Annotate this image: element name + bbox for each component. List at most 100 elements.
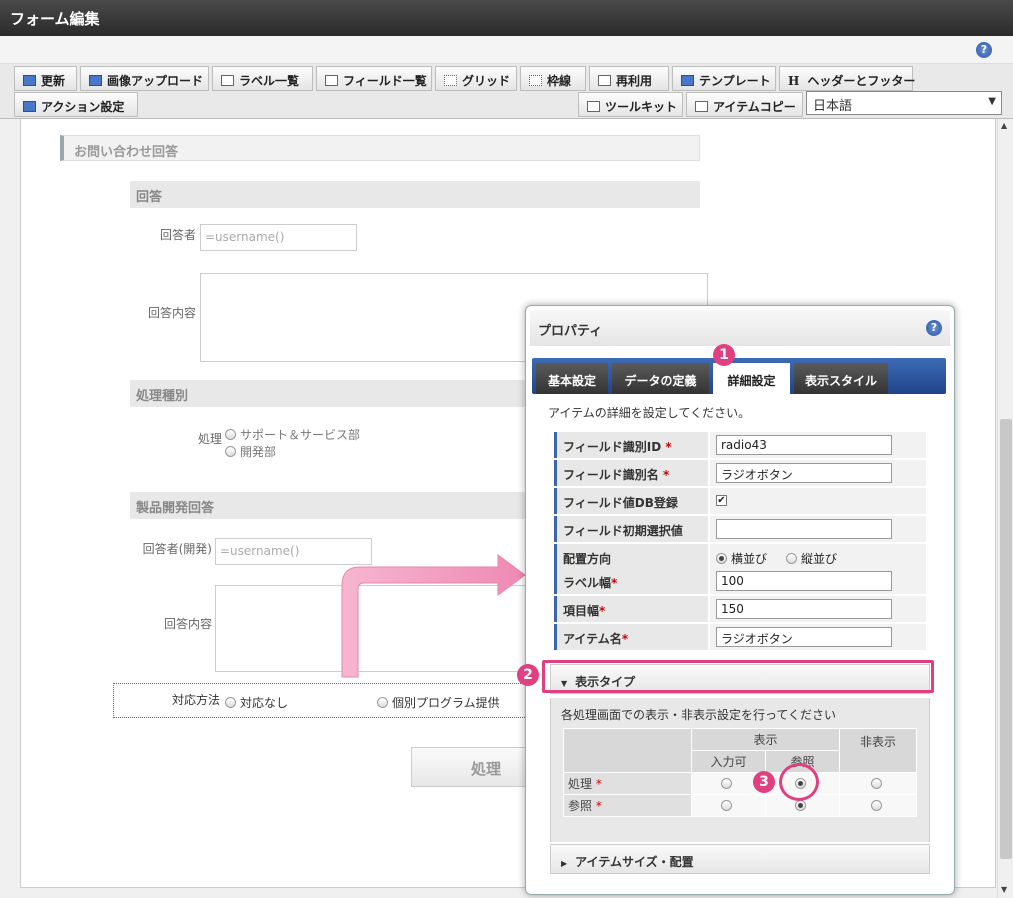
item-copy-button[interactable]: アイテムコピー xyxy=(686,92,803,117)
image-upload-button[interactable]: 画像アップロード xyxy=(80,66,209,91)
col-display: 表示 xyxy=(691,728,840,751)
prop-row-item-width: 項目幅* 150 xyxy=(554,596,926,623)
processing-section-heading: 処理種別 xyxy=(130,380,530,407)
grid-button[interactable]: グリッド xyxy=(435,66,517,91)
prop-row-direction: 配置方向 横並び 縦並び xyxy=(554,544,926,571)
reuse-button[interactable]: 再利用 xyxy=(589,66,669,91)
direction-horizontal[interactable]: 横並び xyxy=(716,550,767,567)
radio-icon xyxy=(377,697,388,708)
property-tabs: 基本設定 データの定義 詳細設定 表示スタイル xyxy=(532,358,946,394)
label-width-input[interactable]: 100 xyxy=(716,571,892,591)
property-panel: プロパティ ? 基本設定 データの定義 詳細設定 表示スタイル アイテムの詳細を… xyxy=(525,305,955,895)
window-title: フォーム編集 xyxy=(0,0,1013,36)
scroll-down-icon[interactable]: ▼ xyxy=(1001,885,1007,894)
method-label: 対応方法 xyxy=(171,693,220,707)
property-panel-header: プロパティ ? xyxy=(530,310,950,346)
radio-icon[interactable] xyxy=(721,799,732,811)
col-hidden: 非表示 xyxy=(839,728,917,773)
action-settings-button[interactable]: アクション設定 xyxy=(14,92,138,117)
help-bar: ? xyxy=(0,36,1013,64)
processing-label: 処理 xyxy=(197,432,222,446)
display-type-body: 各処理画面での表示・非表示設定を行ってください 表示 非表示 入力可 参照 処理… xyxy=(550,698,930,842)
item-width-input[interactable]: 150 xyxy=(716,599,892,619)
radio-icon[interactable] xyxy=(795,799,806,811)
radio-icon[interactable] xyxy=(870,799,882,811)
vertical-scrollbar[interactable]: ▲ ▼ xyxy=(997,119,1013,898)
update-button[interactable]: 更新 xyxy=(14,66,77,91)
initial-value-input[interactable] xyxy=(716,519,892,539)
initial-value-label: フィールド初期選択値 xyxy=(554,516,708,542)
answer-section-heading: 回答 xyxy=(130,181,700,208)
table-row: 処理 * xyxy=(563,772,917,795)
tab-display-style[interactable]: 表示スタイル xyxy=(794,363,888,394)
col-input: 入力可 xyxy=(691,750,766,773)
image-icon xyxy=(89,75,102,86)
field-id-label: フィールド識別ID * xyxy=(554,432,708,458)
field-list-button[interactable]: フィールド一覧 xyxy=(316,66,432,91)
radio-icon xyxy=(716,553,727,564)
toolbox-icon xyxy=(587,101,600,112)
display-matrix: 表示 非表示 入力可 参照 処理 * 参照 * xyxy=(563,728,917,817)
radio-icon xyxy=(786,553,797,564)
prop-row-initial: フィールド初期選択値 xyxy=(554,516,926,543)
label-list-button[interactable]: ラベル一覧 xyxy=(212,66,313,91)
field-id-input[interactable]: radio43 xyxy=(716,435,892,455)
radio-icon xyxy=(225,697,236,708)
display-type-description: 各処理画面での表示・非表示設定を行ってください xyxy=(561,708,837,722)
processing-option-support[interactable]: サポート＆サービス部 xyxy=(225,426,360,443)
tab-data-definition[interactable]: データの定義 xyxy=(612,363,709,394)
border-icon xyxy=(529,75,542,86)
responder-label: 回答者 xyxy=(159,228,196,242)
template-icon xyxy=(681,75,694,86)
db-checkbox[interactable]: ✔ xyxy=(716,495,727,506)
method-option-none[interactable]: 対応なし xyxy=(225,694,288,711)
processing-option-dev[interactable]: 開発部 xyxy=(225,443,276,460)
tab-detail[interactable]: 詳細設定 xyxy=(713,363,790,394)
direction-label: 配置方向 xyxy=(554,544,708,570)
content-label: 回答内容 xyxy=(147,306,196,320)
form-heading: お問い合わせ回答 xyxy=(60,135,700,161)
scroll-up-icon[interactable]: ▲ xyxy=(1001,121,1007,130)
radio-icon[interactable] xyxy=(721,777,732,789)
item-name-input[interactable]: ラジオボタン xyxy=(716,627,892,647)
grid-icon xyxy=(444,75,457,86)
scroll-thumb[interactable] xyxy=(1000,419,1012,859)
annotation-highlight-display-type xyxy=(542,660,934,693)
prop-row-field-id: フィールド識別ID * radio43 xyxy=(554,432,926,459)
radio-icon xyxy=(225,446,236,457)
help-icon[interactable]: ? xyxy=(976,42,992,58)
radio-icon[interactable] xyxy=(870,777,882,789)
prop-row-item-name: アイテム名* ラジオボタン xyxy=(554,624,926,651)
label-width-label: ラベル幅* xyxy=(554,568,708,594)
toolkit-button[interactable]: ツールキット xyxy=(578,92,683,117)
dev-section-heading: 製品開発回答 xyxy=(130,492,530,519)
panel-description: アイテムの詳細を設定してください。 xyxy=(548,406,751,420)
prop-row-label-width: ラベル幅* 100 xyxy=(554,568,926,595)
header-icon: H xyxy=(788,74,800,88)
border-button[interactable]: 枠線 xyxy=(520,66,586,91)
dev-responder-label: 回答者(開発) xyxy=(142,542,212,556)
annotation-badge-2: 2 xyxy=(517,664,539,686)
item-size-toggle[interactable]: ▶ アイテムサイズ・配置 xyxy=(550,844,930,874)
radio-icon xyxy=(225,429,236,440)
responder-input[interactable]: =username() xyxy=(200,224,357,251)
tab-basic[interactable]: 基本設定 xyxy=(536,363,608,394)
update-icon xyxy=(23,75,36,86)
triangle-right-icon: ▶ xyxy=(561,859,568,868)
annotation-arrow xyxy=(341,554,526,678)
annotation-badge-3: 3 xyxy=(753,771,775,793)
list-icon xyxy=(221,75,234,86)
toolbox-icon xyxy=(695,101,708,112)
document-icon xyxy=(598,75,611,86)
direction-vertical[interactable]: 縦並び xyxy=(786,550,837,567)
help-icon[interactable]: ? xyxy=(926,320,942,336)
list-icon xyxy=(325,75,338,86)
annotation-badge-1: 1 xyxy=(713,344,735,366)
template-button[interactable]: テンプレート xyxy=(672,66,776,91)
db-label: フィールド値DB登録 xyxy=(554,488,708,514)
field-name-input[interactable]: ラジオボタン xyxy=(716,463,892,483)
language-select[interactable]: 日本語 ▼ xyxy=(806,91,1002,115)
header-footer-button[interactable]: H ヘッダーとフッター xyxy=(779,66,915,91)
prop-row-db: フィールド値DB登録 ✔ xyxy=(554,488,926,515)
method-option-custom[interactable]: 個別プログラム提供 xyxy=(377,694,500,711)
